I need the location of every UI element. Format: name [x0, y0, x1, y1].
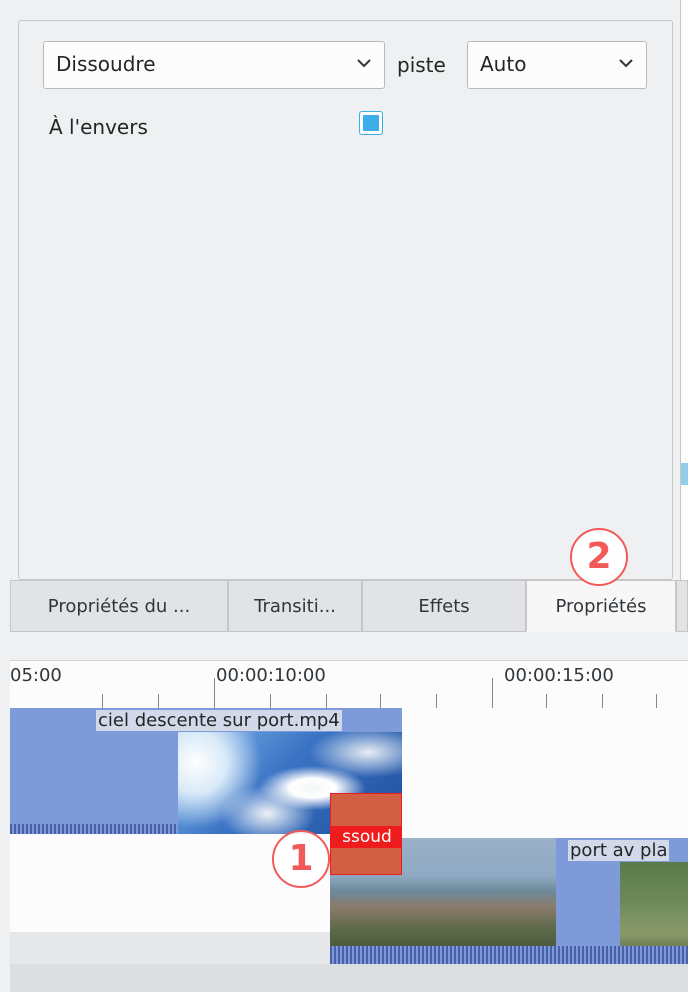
chevron-down-icon: [357, 59, 371, 68]
panel-tab-bar: Propriétés du ... Transiti... Effets Pro…: [10, 580, 688, 632]
audio-waveform: [330, 946, 688, 964]
audio-waveform: [10, 824, 178, 834]
track-select[interactable]: Auto: [467, 41, 647, 89]
ruler-tick: [158, 694, 159, 708]
annotation-badge: 1: [272, 830, 330, 888]
ruler-label: 05:00: [10, 665, 62, 686]
annotation-badge: 2: [570, 528, 628, 586]
adjacent-panel-edge: [680, 0, 688, 580]
checkbox-checked-mark: [363, 115, 379, 131]
ruler-label: 00:00:10:00: [216, 665, 326, 686]
tab-properties[interactable]: Propriétés: [526, 580, 676, 632]
transition-clip[interactable]: ssoud: [330, 793, 402, 875]
ruler-tick: [436, 694, 437, 708]
ruler-label: 00:00:15:00: [504, 665, 614, 686]
ruler-tick: [380, 694, 381, 708]
ruler-tick: [492, 678, 493, 708]
timeline-footer: [10, 964, 688, 992]
reverse-label: À l'envers: [49, 115, 148, 139]
ruler-tick: [326, 694, 327, 708]
track-empty-area: [10, 932, 330, 964]
track-label: piste: [397, 53, 446, 77]
ruler-tick: [214, 678, 215, 708]
clip-title: port av pla: [568, 840, 670, 861]
tab-effects[interactable]: Effets: [362, 580, 526, 632]
ruler-tick: [546, 694, 547, 708]
tab-overflow[interactable]: [676, 580, 688, 632]
track-select-value: Auto: [480, 52, 527, 76]
ruler-tick: [270, 694, 271, 708]
ruler-tick: [102, 694, 103, 708]
transition-label: ssoud: [331, 826, 401, 848]
transition-type-select[interactable]: Dissoudre: [43, 41, 385, 89]
tab-clip-properties[interactable]: Propriétés du ...: [10, 580, 228, 632]
clip-title: ciel descente sur port.mp4: [96, 710, 342, 731]
transition-properties-panel: Dissoudre piste Auto À l'envers: [18, 20, 673, 580]
ruler-tick: [656, 694, 657, 708]
timeline-ruler[interactable]: 05:00 00:00:10:00 00:00:15:00: [10, 660, 688, 708]
transition-type-value: Dissoudre: [56, 52, 156, 76]
scroll-indicator: [681, 463, 688, 485]
reverse-checkbox[interactable]: [359, 111, 383, 135]
tab-transitions[interactable]: Transiti...: [228, 580, 362, 632]
chevron-down-icon: [619, 59, 633, 68]
ruler-tick: [602, 694, 603, 708]
